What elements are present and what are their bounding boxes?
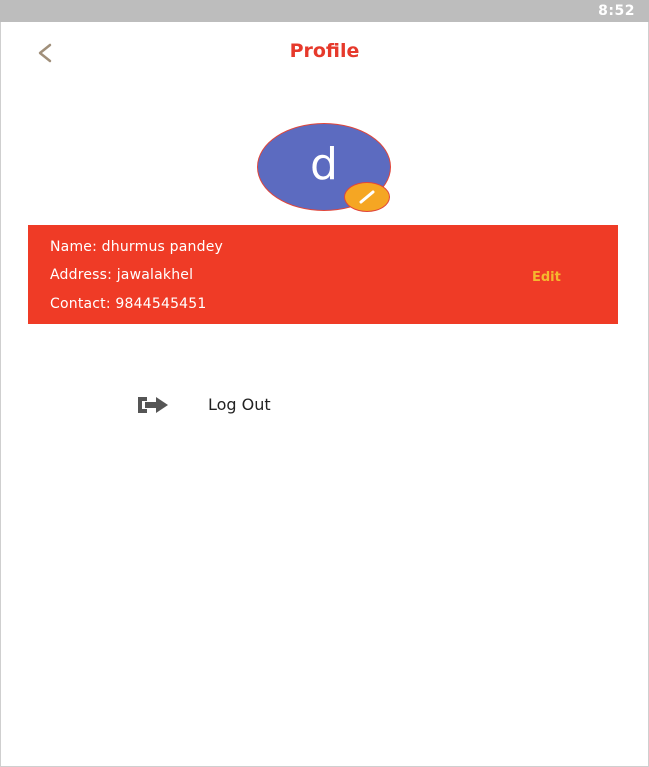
edit-avatar-button[interactable] bbox=[344, 182, 390, 212]
logout-label: Log Out bbox=[208, 395, 271, 414]
profile-name: Name: dhurmus pandey bbox=[50, 239, 223, 255]
app-screen bbox=[0, 0, 649, 767]
status-bar: 8:52 bbox=[0, 0, 649, 22]
page-title: Profile bbox=[289, 40, 360, 62]
status-time: 8:52 bbox=[598, 3, 635, 19]
avatar-letter: d bbox=[310, 139, 338, 190]
profile-address: Address: jawalakhel bbox=[50, 267, 194, 283]
profile-contact: Contact: 9844545451 bbox=[50, 296, 207, 312]
logout-button[interactable]: Log Out bbox=[130, 388, 310, 422]
logout-icon bbox=[138, 397, 168, 413]
profile-info-card: Name: dhurmus pandey Address: jawalakhel… bbox=[28, 225, 618, 324]
pencil-icon bbox=[359, 190, 375, 204]
edit-profile-button[interactable]: Edit bbox=[532, 270, 561, 285]
